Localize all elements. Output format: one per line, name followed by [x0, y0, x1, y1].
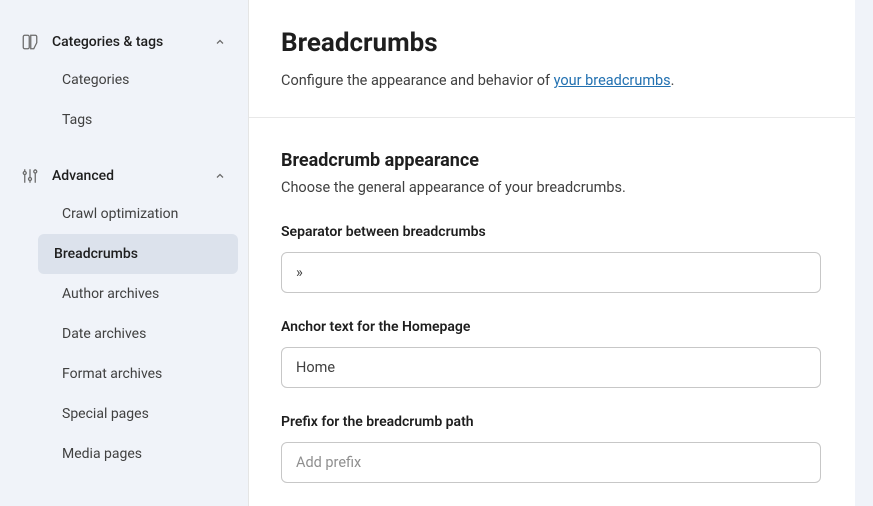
field-separator: Separator between breadcrumbs: [281, 224, 841, 293]
nav-header-label: Categories & tags: [52, 34, 212, 50]
field-label-separator: Separator between breadcrumbs: [281, 224, 841, 240]
main-content: Breadcrumbs Configure the appearance and…: [248, 0, 873, 506]
sliders-icon: [20, 166, 40, 186]
nav-header-categories-tags[interactable]: Categories & tags: [0, 24, 248, 60]
sidebar: Categories & tags Categories Tags Advanc…: [0, 0, 248, 506]
nav-section-advanced: Advanced Crawl optimization Breadcrumbs …: [0, 158, 248, 474]
sidebar-item-format-archives[interactable]: Format archives: [8, 354, 240, 394]
nav-header-advanced[interactable]: Advanced: [0, 158, 248, 194]
tag-shape-icon: [20, 32, 40, 52]
page-header: Breadcrumbs Configure the appearance and…: [249, 0, 873, 118]
anchor-input[interactable]: [281, 347, 821, 388]
chevron-up-icon: [212, 34, 228, 50]
sidebar-item-media-pages[interactable]: Media pages: [8, 434, 240, 474]
nav-sub-categories-tags: Categories Tags: [0, 60, 248, 140]
prefix-input[interactable]: [281, 442, 821, 483]
separator-input[interactable]: [281, 252, 821, 293]
sidebar-item-breadcrumbs[interactable]: Breadcrumbs: [38, 234, 238, 274]
sidebar-item-categories[interactable]: Categories: [8, 60, 240, 100]
sidebar-item-date-archives[interactable]: Date archives: [8, 314, 240, 354]
sidebar-item-special-pages[interactable]: Special pages: [8, 394, 240, 434]
nav-section-categories-tags: Categories & tags Categories Tags: [0, 24, 248, 140]
section-description: Choose the general appearance of your br…: [281, 179, 841, 196]
page-title: Breadcrumbs: [281, 28, 841, 58]
appearance-section: Breadcrumb appearance Choose the general…: [249, 118, 873, 483]
field-label-anchor: Anchor text for the Homepage: [281, 319, 841, 335]
nav-sub-advanced: Crawl optimization Breadcrumbs Author ar…: [0, 194, 248, 474]
field-anchor: Anchor text for the Homepage: [281, 319, 841, 388]
page-desc-prefix: Configure the appearance and behavior of: [281, 72, 554, 89]
field-prefix: Prefix for the breadcrumb path: [281, 414, 841, 483]
breadcrumbs-link[interactable]: your breadcrumbs: [554, 72, 671, 89]
field-label-prefix: Prefix for the breadcrumb path: [281, 414, 841, 430]
sidebar-item-tags[interactable]: Tags: [8, 100, 240, 140]
page-desc-suffix: .: [671, 72, 675, 89]
sidebar-item-author-archives[interactable]: Author archives: [8, 274, 240, 314]
sidebar-item-crawl-optimization[interactable]: Crawl optimization: [8, 194, 240, 234]
page-description: Configure the appearance and behavior of…: [281, 72, 841, 89]
right-edge-strip: [855, 0, 873, 506]
chevron-up-icon: [212, 168, 228, 184]
nav-header-label: Advanced: [52, 168, 212, 184]
section-title: Breadcrumb appearance: [281, 150, 841, 171]
